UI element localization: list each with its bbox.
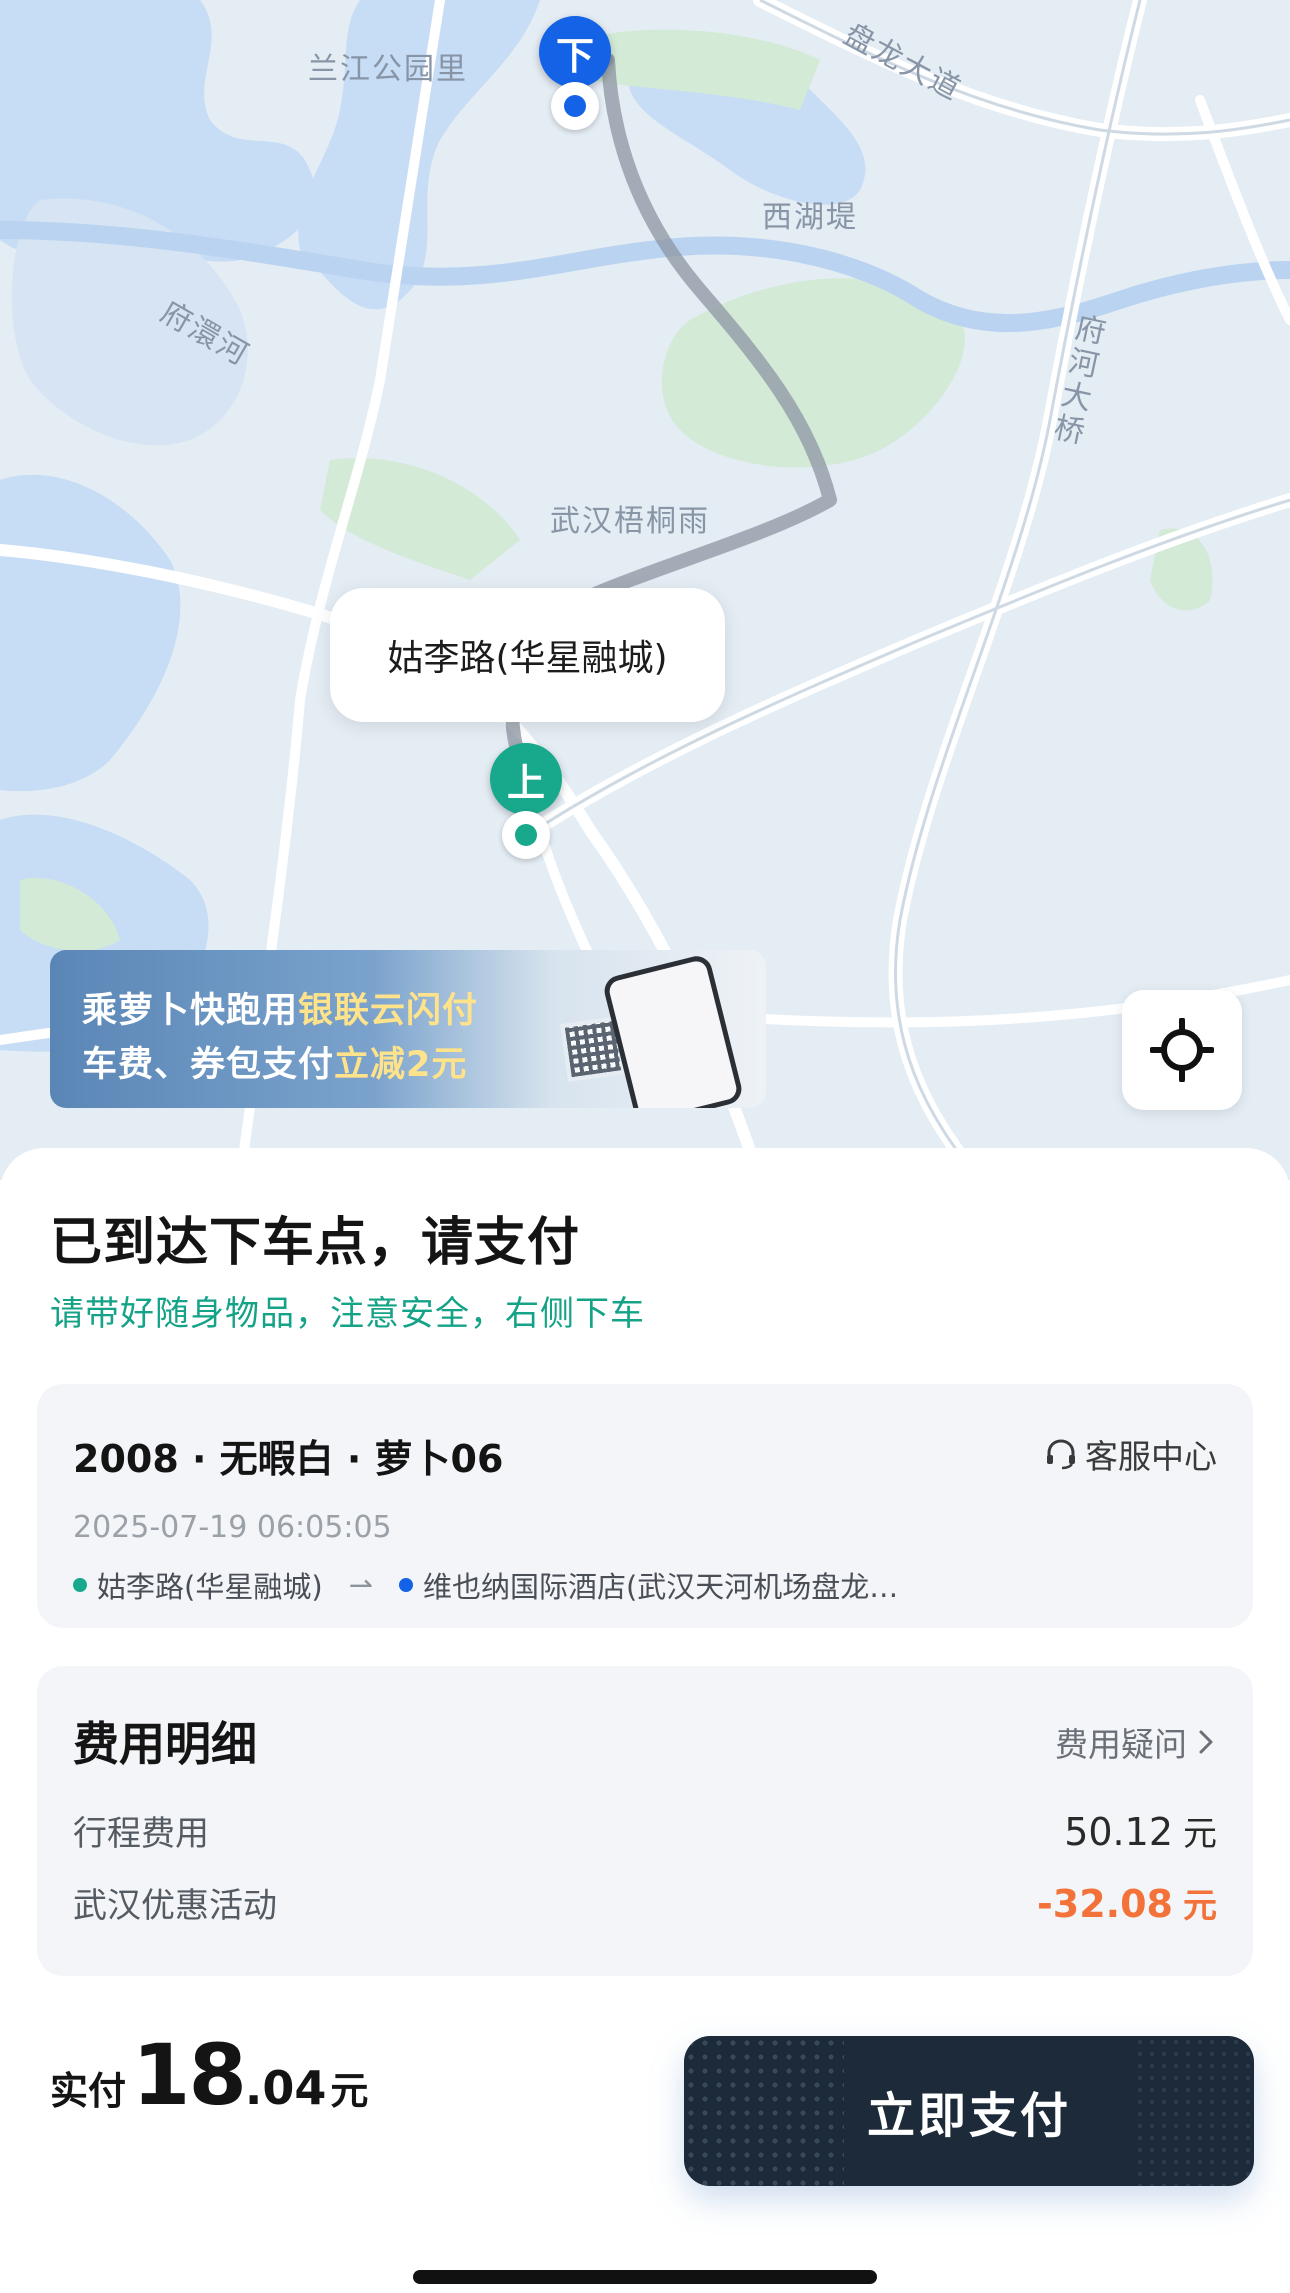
fee-question-link[interactable]: 费用疑问 <box>1055 1718 1217 1766</box>
pickup-location-dot <box>502 811 550 859</box>
promo-line-1: 乘萝卜快跑用银联云闪付 <box>82 982 478 1033</box>
trip-route: 姑李路(华星融城) ⇀ 维也纳国际酒店(武汉天河机场盘龙… <box>73 1564 898 1606</box>
dropoff-location-dot <box>551 82 599 130</box>
amount-due-unit: 元 <box>330 2069 369 2113</box>
promo-line-1-highlight: 银联云闪付 <box>298 991 479 1031</box>
fee-details-card: 费用明细 费用疑问 行程费用 50.12 元 武汉优惠活动 -32.08 元 <box>37 1666 1253 1976</box>
discount-unit: 元 <box>1183 1886 1217 1926</box>
route-arrow-icon: ⇀ <box>348 1568 373 1602</box>
discount-amount: -32.08 <box>1037 1882 1173 1926</box>
home-indicator[interactable] <box>413 2270 877 2284</box>
crosshair-icon <box>1150 1018 1214 1082</box>
trip-info-card: 2008 · 无暇白 · 萝卜06 客服中心 2025-07-19 06:05:… <box>37 1384 1253 1628</box>
payment-sheet: 已到达下车点，请支付 请带好随身物品，注意安全，右侧下车 2008 · 无暇白 … <box>0 1148 1290 2293</box>
phone-illustration-icon <box>601 952 745 1108</box>
amount-due-decimal: .04 <box>244 2061 327 2115</box>
fee-row-value: 50.12 元 <box>1064 1806 1217 1855</box>
map-view[interactable]: 兰江公园里 盘龙大道 西湖堤 府澴河 府河大桥 武汉梧桐雨 下 姑李路(华星融城… <box>0 0 1290 1180</box>
vehicle-info: 2008 · 无暇白 · 萝卜06 <box>73 1437 504 1481</box>
dropoff-pin-icon[interactable]: 下 <box>539 16 611 88</box>
fee-details-title: 费用明细 <box>73 1717 257 1771</box>
map-label-xihu-di: 西湖堤 <box>762 200 858 235</box>
pickup-pin-icon[interactable]: 上 <box>490 743 562 815</box>
customer-service-button[interactable]: 客服中心 <box>1043 1430 1217 1478</box>
headset-icon <box>1047 1439 1075 1470</box>
fee-question-label: 费用疑问 <box>1055 1725 1187 1764</box>
pay-now-label: 立即支付 <box>866 2088 1071 2144</box>
fee-row-trip: 行程费用 50.12 元 <box>73 1806 1217 1855</box>
map-label-wutongyu: 武汉梧桐雨 <box>550 504 710 539</box>
fee-row-label: 武汉优惠活动 <box>73 1886 277 1926</box>
safety-reminder: 请带好随身物品，注意安全，右侧下车 <box>50 1294 645 1334</box>
map-label-lanjiang-park: 兰江公园里 <box>308 52 468 87</box>
chevron-right-icon <box>1199 1730 1213 1754</box>
fee-row-value: -32.08 元 <box>1037 1878 1217 1927</box>
trip-fee-unit: 元 <box>1183 1814 1217 1854</box>
fee-row-label: 行程费用 <box>73 1814 209 1854</box>
promo-line-2-text: 车费、券包支付 <box>82 1045 335 1085</box>
customer-service-label: 客服中心 <box>1085 1437 1217 1476</box>
pickup-location-bubble[interactable]: 姑李路(华星融城) <box>330 588 725 722</box>
trip-fee-amount: 50.12 <box>1064 1810 1173 1854</box>
route-origin: 姑李路(华星融城) <box>97 1570 323 1604</box>
promo-line-2-highlight: 立减2元 <box>334 1045 468 1085</box>
origin-dot-icon <box>73 1578 87 1592</box>
promo-line-2: 车费、券包支付立减2元 <box>82 1036 467 1087</box>
amount-due-label: 实付 <box>50 2069 127 2113</box>
amount-due: 实付 18 .04 元 <box>50 2026 368 2124</box>
promo-banner[interactable]: 乘萝卜快跑用银联云闪付 车费、券包支付立减2元 <box>50 950 766 1108</box>
locate-me-button[interactable] <box>1122 990 1242 1110</box>
amount-due-integer: 18 <box>132 2026 247 2124</box>
destination-dot-icon <box>398 1578 413 1592</box>
pay-now-button[interactable]: 立即支付 <box>684 2036 1254 2186</box>
promo-line-1-text: 乘萝卜快跑用 <box>82 991 299 1031</box>
fee-row-discount: 武汉优惠活动 -32.08 元 <box>73 1878 1217 1927</box>
arrival-status-title: 已到达下车点，请支付 <box>50 1213 581 1273</box>
route-destination: 维也纳国际酒店(武汉天河机场盘龙… <box>422 1570 899 1604</box>
trip-timestamp: 2025-07-19 06:05:05 <box>73 1510 392 1545</box>
